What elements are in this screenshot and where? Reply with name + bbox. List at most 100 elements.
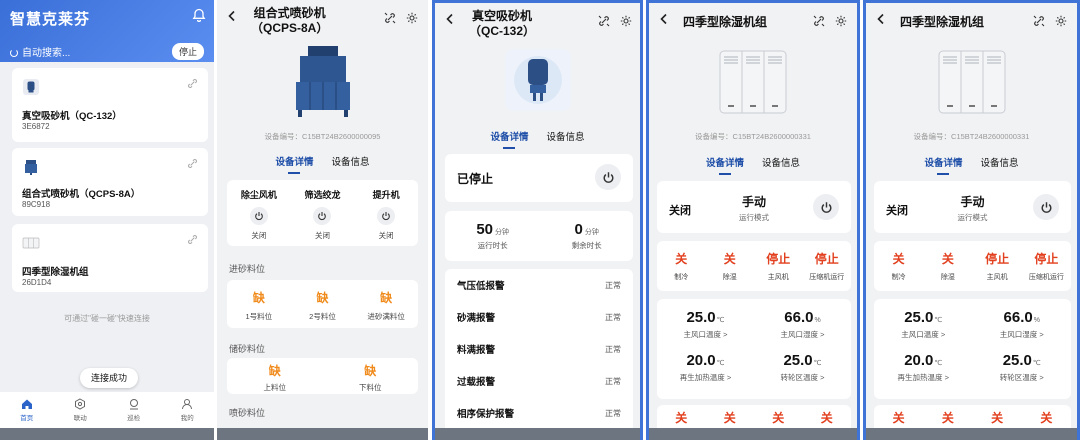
stop-search-button[interactable]: 停止 xyxy=(171,43,204,60)
state-item: 停止 主风机 xyxy=(766,252,791,281)
power-button[interactable] xyxy=(377,207,396,225)
vacuum-screen: 真空吸砂机 （QC-132） 设备详情 设备信息 已停止 50 分钟 运行时长 0分… xyxy=(432,0,643,440)
level-item: 缺 2号料位 xyxy=(309,291,336,321)
dehumidifier-screen-a: 四季型除湿机组 设备编号：C15BT24B2600000331 设备详情 设备信… xyxy=(646,0,860,440)
switch-dust-fan: 除尘风机 关闭 xyxy=(240,190,277,240)
nav-linkage[interactable]: 联动 xyxy=(54,392,108,428)
link-icon[interactable] xyxy=(187,158,198,169)
nav-home[interactable]: 首页 xyxy=(0,392,54,428)
bell-icon[interactable] xyxy=(192,8,206,22)
reading-item[interactable]: 66.0% 主风口湿度 > xyxy=(977,309,1067,340)
readings-card: 25.0℃ 主风口温度 > 66.0% 主风口湿度 > 20.0℃ 再生加热温度 > … xyxy=(657,299,851,399)
nav-inspection[interactable]: 巡检 xyxy=(107,392,161,428)
gear-icon[interactable] xyxy=(1055,15,1067,27)
system-bar xyxy=(649,428,857,440)
reading-item[interactable]: 25.0℃ 主风口温度 > xyxy=(878,309,968,340)
dehumidifier-image xyxy=(649,49,857,120)
system-bar xyxy=(217,428,428,440)
state-item: 关 xyxy=(723,411,736,425)
tab-device-info[interactable]: 设备信息 xyxy=(762,155,800,169)
back-icon[interactable] xyxy=(445,13,455,25)
power-icon xyxy=(1041,201,1051,213)
power-button[interactable] xyxy=(313,207,332,225)
system-bar xyxy=(435,428,640,440)
page-title: 四季型除湿机组 xyxy=(900,15,985,29)
unlink-icon[interactable] xyxy=(1033,15,1045,27)
sandblaster-image xyxy=(217,44,428,123)
power-button[interactable] xyxy=(595,164,621,190)
home-screen: 智慧克莱芬 自动搜索... 停止 真空吸砂机（QC-132） 3E6872 组合… xyxy=(0,0,214,440)
reading-item[interactable]: 25.0℃ 主风口温度 > xyxy=(661,309,751,340)
back-icon[interactable] xyxy=(876,13,886,25)
gear-icon[interactable] xyxy=(406,12,418,24)
device-name: 真空吸砂机（QC-132） xyxy=(22,111,122,122)
spinner-icon xyxy=(10,49,18,57)
link-icon[interactable] xyxy=(187,78,198,89)
vacuum-device-icon xyxy=(23,79,39,95)
store-level-card: 缺上料位 缺下料位 xyxy=(227,358,418,394)
alarm-list: 气压低报警 正常 砂满报警 正常 料满报警 正常 过载报警 正常 相序保护报警 正常 xyxy=(445,269,633,435)
unlink-icon[interactable] xyxy=(384,12,396,24)
section-store-level: 储砂料位 xyxy=(229,344,266,354)
inspection-icon xyxy=(129,399,138,410)
mode-card: 关闭 手动 运行模式 xyxy=(874,181,1071,233)
device-card-dehumidifier[interactable]: 四季型除湿机组 26D1D4 xyxy=(12,224,208,292)
level-item: 缺下料位 xyxy=(359,364,382,392)
tab-device-detail[interactable]: 设备详情 xyxy=(275,154,314,174)
tab-device-info[interactable]: 设备信息 xyxy=(981,155,1019,169)
list-item: 砂满报警 正常 xyxy=(457,312,621,325)
screenshot-strip: 智慧克莱芬 自动搜索... 停止 真空吸砂机（QC-132） 3E6872 组合… xyxy=(0,0,1080,440)
state-item: 关 xyxy=(772,411,785,425)
nav-me[interactable]: 我的 xyxy=(161,392,215,428)
run-duration: 50 分钟 运行时长 xyxy=(476,221,510,250)
reading-item[interactable]: 25.0℃ 转轮区温度 > xyxy=(977,352,1067,383)
back-icon[interactable] xyxy=(227,10,237,22)
state-item: 关除湿 xyxy=(722,252,737,281)
reading-item[interactable]: 25.0℃ 转轮区温度 > xyxy=(758,352,848,383)
level-item: 缺上料位 xyxy=(263,364,287,392)
link-icon[interactable] xyxy=(187,234,198,245)
nfc-hint: 可通过"碰一碰"快速连接 xyxy=(64,314,150,323)
status-card: 已停止 xyxy=(445,154,633,202)
sandblaster-device-icon xyxy=(25,160,37,175)
feed-level-card: 缺 1号料位 缺 2号料位 缺进砂满料位 xyxy=(227,280,418,328)
state-item: 停止 压缩机运行 xyxy=(1028,252,1064,281)
bottom-nav: 首页 联动 巡检 我的 xyxy=(0,392,214,428)
unlink-icon[interactable] xyxy=(598,15,610,27)
power-icon xyxy=(382,212,390,221)
system-bar xyxy=(0,428,214,440)
run-status: 已停止 xyxy=(457,172,494,186)
gear-icon[interactable] xyxy=(620,15,632,27)
tab-device-info[interactable]: 设备信息 xyxy=(547,129,585,143)
back-icon[interactable] xyxy=(659,13,669,25)
reading-item[interactable]: 20.0℃ 再生加热温度 > xyxy=(661,352,751,383)
readings-card: 25.0℃ 主风口温度 > 66.0% 主风口湿度 > 20.0℃ 再生加热温度 > … xyxy=(874,299,1071,399)
gear-icon[interactable] xyxy=(835,15,847,27)
tab-device-detail[interactable]: 设备详情 xyxy=(924,155,963,175)
state-item: 关制冷 xyxy=(674,252,689,281)
device-card-vacuum[interactable]: 真空吸砂机（QC-132） 3E6872 xyxy=(12,68,208,142)
tab-device-detail[interactable]: 设备详情 xyxy=(706,155,744,175)
power-button[interactable] xyxy=(1033,194,1059,220)
system-bar xyxy=(866,428,1077,440)
dehumidifier-device-icon xyxy=(22,237,40,249)
list-item: 气压低报警 正常 xyxy=(457,280,621,293)
time-card: 50 分钟 运行时长 0 分钟 剩余时长 xyxy=(445,211,633,261)
power-icon xyxy=(603,171,613,183)
tab-device-detail[interactable]: 设备详情 xyxy=(490,129,529,149)
switch-screening-auger: 筛选绞龙 关闭 xyxy=(304,190,341,240)
reading-item[interactable]: 20.0℃ 再生加热温度 > xyxy=(878,352,968,383)
unlink-icon[interactable] xyxy=(813,15,825,27)
power-button[interactable] xyxy=(249,207,268,225)
list-item: 相序保护报警 正常 xyxy=(457,408,621,421)
connect-success-button[interactable]: 连接成功 xyxy=(80,368,138,388)
page-title: 组合式喷砂机 （QCPS-8A） xyxy=(251,6,329,35)
power-icon xyxy=(318,212,327,221)
tab-device-info[interactable]: 设备信息 xyxy=(332,154,370,168)
device-card-sandblaster[interactable]: 组合式喷砂机（QCPS-8A） 89C918 xyxy=(12,148,208,216)
state-item: 关 xyxy=(991,411,1004,425)
power-button[interactable] xyxy=(813,194,839,220)
searching-status: 自动搜索... xyxy=(10,44,70,59)
reading-item[interactable]: 66.0% 主风口湿度 > xyxy=(758,309,848,340)
state-card: 关制冷 关除湿 停止 主风机 停止 压缩机运行 xyxy=(874,241,1071,291)
